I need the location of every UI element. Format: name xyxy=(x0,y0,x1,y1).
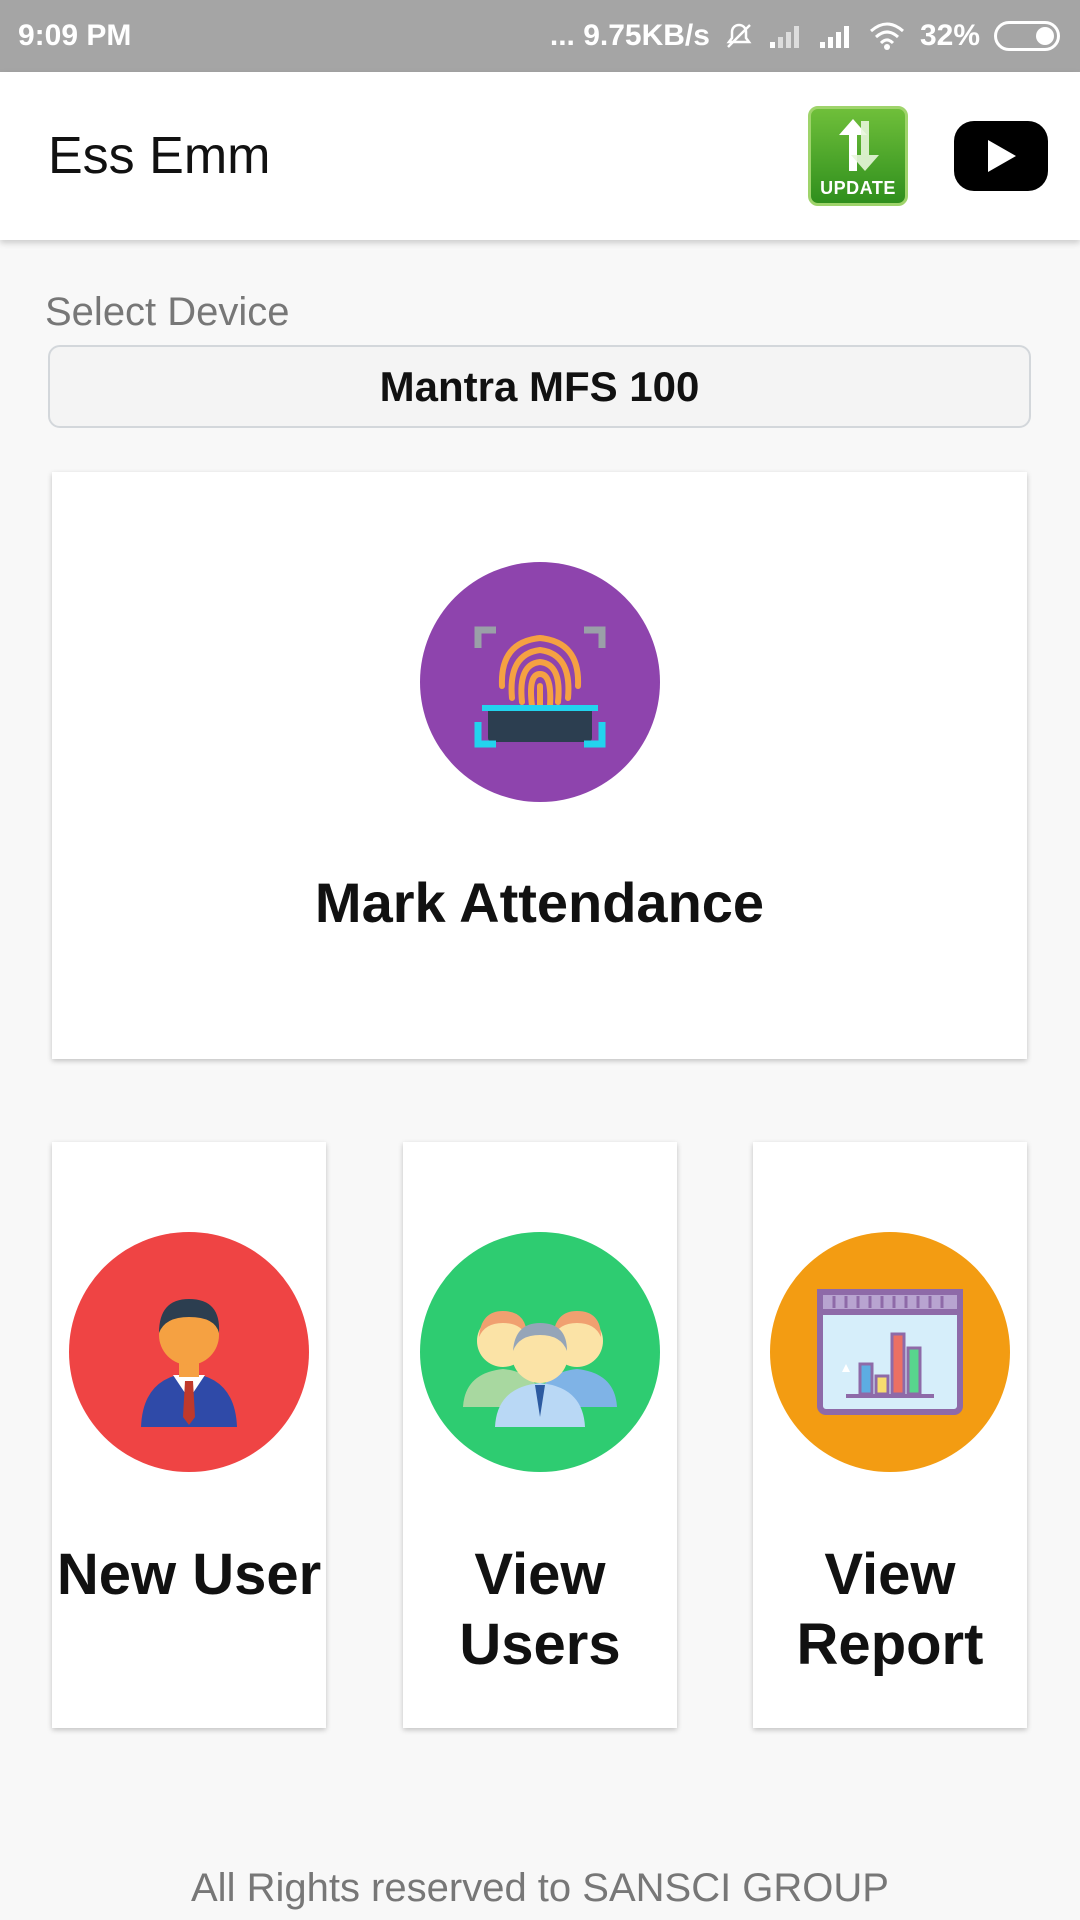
new-user-label: New User xyxy=(56,1542,322,1607)
status-time: 9:09 PM xyxy=(18,19,132,52)
user-add-icon xyxy=(69,1232,309,1472)
footer-copyright: All Rights reserved to SANSCI GROUP xyxy=(191,1866,889,1910)
users-group-icon xyxy=(420,1232,660,1472)
app-bar: Ess Emm UPDATE xyxy=(0,72,1080,240)
view-report-label: View Report xyxy=(796,1542,984,1677)
youtube-button[interactable] xyxy=(954,121,1048,191)
view-report-card[interactable]: View Report xyxy=(753,1142,1027,1728)
network-speed: ... 9.75KB/s xyxy=(549,19,710,52)
signal-icon-2 xyxy=(818,22,854,50)
battery-percent: 32% xyxy=(919,19,980,52)
fingerprint-icon xyxy=(419,562,660,802)
app-title: Ess Emm xyxy=(48,127,271,185)
signal-icon xyxy=(768,22,804,50)
mute-bell-icon xyxy=(724,21,754,51)
device-select-value: Mantra MFS 100 xyxy=(379,362,700,410)
play-icon xyxy=(988,140,1016,172)
mark-attendance-label: Mark Attendance xyxy=(314,871,765,934)
new-user-card[interactable]: New User xyxy=(52,1142,326,1728)
report-chart-icon xyxy=(770,1232,1010,1472)
battery-icon xyxy=(994,21,1060,51)
mark-attendance-card[interactable]: Mark Attendance xyxy=(52,472,1027,1059)
update-label: UPDATE xyxy=(820,178,896,198)
view-users-card[interactable]: View Users xyxy=(403,1142,677,1728)
view-users-label: View Users xyxy=(459,1542,621,1677)
select-device-label: Select Device xyxy=(45,290,290,334)
wifi-icon xyxy=(868,21,906,51)
update-button[interactable]: UPDATE xyxy=(808,106,908,206)
update-arrows-icon xyxy=(839,119,879,171)
status-bar: 9:09 PM ... 9.75KB/s 32% xyxy=(0,0,1080,72)
device-select[interactable]: Mantra MFS 100 xyxy=(48,345,1031,428)
status-icons: ... 9.75KB/s 32% xyxy=(550,19,1060,53)
